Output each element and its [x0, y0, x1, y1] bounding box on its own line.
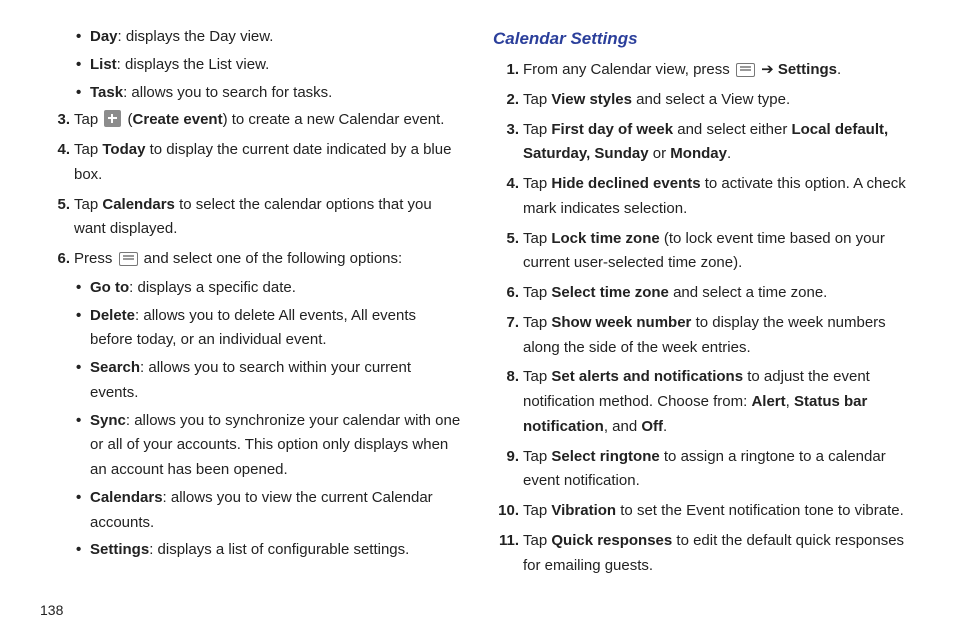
step-3: 3. Tap First day of week and select eith…: [493, 118, 910, 168]
bullet-item: Search: allows you to search within your…: [74, 356, 461, 406]
bullet-item: Task: allows you to search for tasks.: [74, 81, 461, 106]
left-column: Day: displays the Day view. List: displa…: [28, 25, 477, 596]
bullet-item: List: displays the List view.: [74, 53, 461, 78]
bullet-item: Sync: allows you to synchronize your cal…: [74, 409, 461, 483]
page: Day: displays the Day view. List: displa…: [0, 0, 954, 636]
bullet-item: Day: displays the Day view.: [74, 25, 461, 50]
right-steps: 1. From any Calendar view, press ➔ Setti…: [493, 58, 910, 578]
step-11: 11. Tap Quick responses to edit the defa…: [493, 529, 910, 579]
plus-icon: [104, 110, 121, 127]
menu-icon: [119, 252, 138, 266]
bullet-item: Delete: allows you to delete All events,…: [74, 304, 461, 354]
section-heading: Calendar Settings: [493, 25, 910, 53]
step-8: 8. Tap Set alerts and notifications to a…: [493, 365, 910, 439]
step-6: 6. Tap Select time zone and select a tim…: [493, 281, 910, 306]
bullet-item: Calendars: allows you to view the curren…: [74, 486, 461, 536]
step-7: 7. Tap Show week number to display the w…: [493, 311, 910, 361]
step-2: 2. Tap View styles and select a View typ…: [493, 88, 910, 113]
step-6-bullets: Go to: displays a specific date. Delete:…: [74, 276, 461, 563]
bullet-item: Settings: displays a list of configurabl…: [74, 538, 461, 563]
step-3: 3. Tap (Create event) to create a new Ca…: [44, 108, 461, 133]
step-1: 1. From any Calendar view, press ➔ Setti…: [493, 58, 910, 83]
menu-icon: [736, 63, 755, 77]
step-5: 5. Tap Calendars to select the calendar …: [44, 193, 461, 243]
right-column: Calendar Settings 1. From any Calendar v…: [477, 25, 926, 596]
bullet-item: Go to: displays a specific date.: [74, 276, 461, 301]
step-6: 6. Press and select one of the following…: [44, 247, 461, 563]
step-5: 5. Tap Lock time zone (to lock event tim…: [493, 227, 910, 277]
left-steps: 3. Tap (Create event) to create a new Ca…: [44, 108, 461, 563]
view-option-bullets: Day: displays the Day view. List: displa…: [44, 25, 461, 105]
step-4: 4. Tap Hide declined events to activate …: [493, 172, 910, 222]
page-number: 138: [40, 602, 63, 618]
step-4: 4. Tap Today to display the current date…: [44, 138, 461, 188]
step-9: 9. Tap Select ringtone to assign a ringt…: [493, 445, 910, 495]
step-10: 10. Tap Vibration to set the Event notif…: [493, 499, 910, 524]
